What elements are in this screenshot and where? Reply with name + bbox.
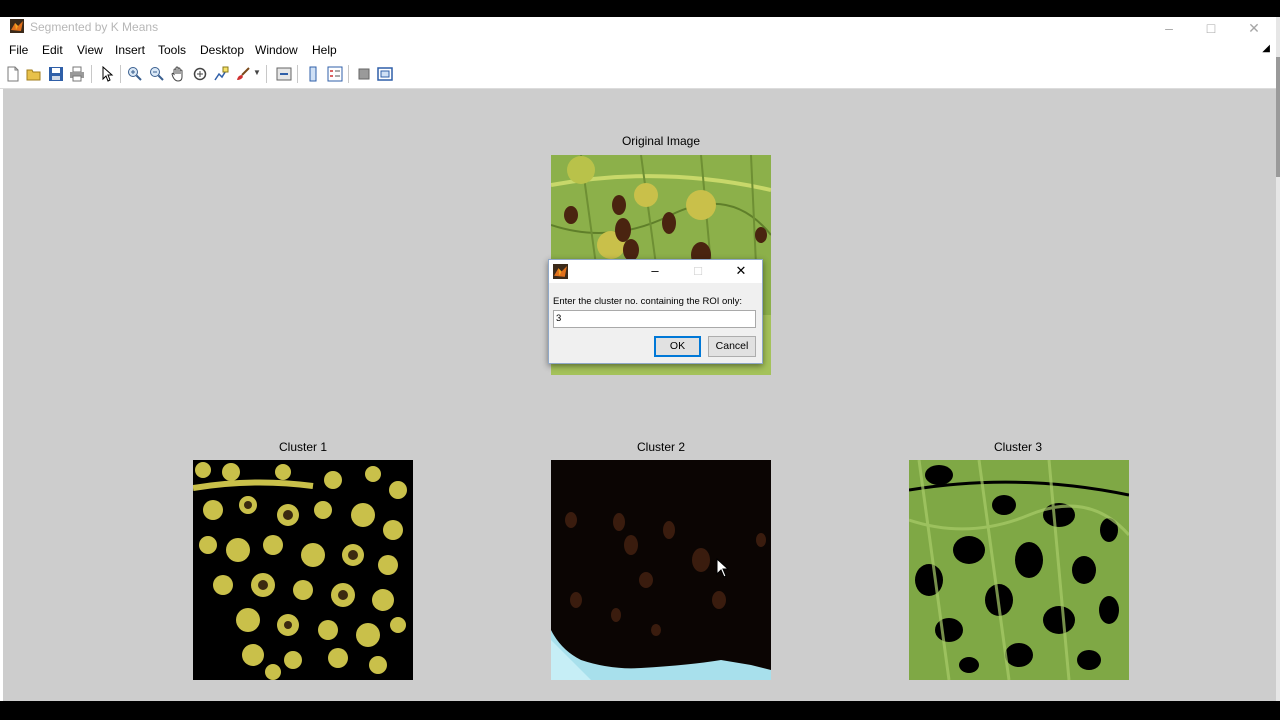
right-scrollbar[interactable] <box>1276 17 1280 701</box>
matlab-icon <box>553 264 568 279</box>
legend-icon[interactable] <box>327 66 343 82</box>
figure-canvas: Original Image Cluster 1 Cluster 2 Clust… <box>3 89 1276 701</box>
cluster-2-image[interactable] <box>551 460 771 680</box>
colorbar-icon[interactable] <box>305 66 321 82</box>
brush-dropdown-icon[interactable]: ▼ <box>253 68 261 77</box>
rotate-3d-icon[interactable] <box>192 66 208 82</box>
top-screen-bar <box>0 0 1280 17</box>
cluster-number-input[interactable]: 3 <box>553 310 756 328</box>
menu-insert[interactable]: Insert <box>115 43 145 57</box>
cluster-3-image[interactable] <box>909 460 1129 680</box>
cluster-1-image[interactable] <box>193 460 413 680</box>
cluster-1-title: Cluster 1 <box>278 440 328 454</box>
data-cursor-icon[interactable] <box>213 66 229 82</box>
zoom-in-icon[interactable] <box>127 66 143 82</box>
mouse-cursor-icon <box>716 558 730 578</box>
figure-toolbar: ▼ <box>0 61 1276 89</box>
dialog-title-bar: – □ ✕ <box>549 260 762 283</box>
original-image-title: Original Image <box>621 134 701 148</box>
toolbar-separator <box>91 65 92 83</box>
link-plot-icon[interactable] <box>276 66 292 82</box>
dialog-minimize-button[interactable]: – <box>640 261 670 281</box>
pan-icon[interactable] <box>170 66 186 82</box>
zoom-out-icon[interactable] <box>149 66 165 82</box>
dialog-maximize-button: □ <box>694 263 702 278</box>
save-icon[interactable] <box>48 66 64 82</box>
menu-help[interactable]: Help <box>312 43 337 57</box>
dialog-prompt: Enter the cluster no. containing the ROI… <box>553 296 743 307</box>
cancel-button[interactable]: Cancel <box>708 336 756 357</box>
menu-edit[interactable]: Edit <box>42 43 63 57</box>
close-button[interactable]: ✕ <box>1231 17 1277 39</box>
menu-bar: File Edit View Insert Tools Desktop Wind… <box>0 39 1276 61</box>
open-file-icon[interactable] <box>26 66 42 82</box>
dock-arrow-icon[interactable]: ◢ <box>1262 43 1270 54</box>
dialog-close-button[interactable]: ✕ <box>726 261 756 281</box>
menu-file[interactable]: File <box>9 43 28 57</box>
toolbar-separator <box>266 65 267 83</box>
title-bar: Segmented by K Means – □ ✕ <box>0 17 1276 39</box>
print-icon[interactable] <box>69 66 85 82</box>
menu-view[interactable]: View <box>77 43 103 57</box>
cluster-3-title: Cluster 3 <box>993 440 1043 454</box>
matlab-icon <box>10 19 24 33</box>
window-title: Segmented by K Means <box>30 20 159 34</box>
cluster-2-title: Cluster 2 <box>636 440 686 454</box>
scrollbar-thumb[interactable] <box>1276 57 1280 177</box>
menu-window[interactable]: Window <box>255 43 298 57</box>
edit-plot-icon[interactable] <box>99 66 115 82</box>
toolbar-separator <box>120 65 121 83</box>
new-figure-icon[interactable] <box>5 66 21 82</box>
menu-tools[interactable]: Tools <box>158 43 186 57</box>
toolbar-separator <box>348 65 349 83</box>
maximize-button[interactable]: □ <box>1188 17 1234 39</box>
hide-plot-tools-icon[interactable] <box>356 66 372 82</box>
brush-icon[interactable] <box>235 66 251 82</box>
show-plot-tools-icon[interactable] <box>377 66 393 82</box>
toolbar-separator <box>297 65 298 83</box>
minimize-button[interactable]: – <box>1146 17 1192 39</box>
ok-button[interactable]: OK <box>654 336 701 357</box>
menu-desktop[interactable]: Desktop <box>200 43 244 57</box>
bottom-screen-bar <box>0 701 1280 720</box>
input-dialog: – □ ✕ Enter the cluster no. containing t… <box>548 259 763 364</box>
